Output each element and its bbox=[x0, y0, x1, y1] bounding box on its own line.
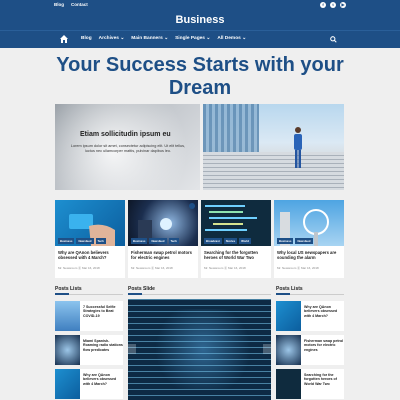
hero-text: Lorem ipsum dolor sit amet, consectetur … bbox=[70, 144, 186, 153]
card-meta: Mr. Newsroom ⦿ Mar 16, 2018 bbox=[277, 266, 319, 270]
main-nav: Blog Archives ⌄ Main Banners ⌄ Single Pa… bbox=[0, 30, 400, 48]
nav-item-all-demos[interactable]: All Demos ⌄ bbox=[217, 36, 246, 41]
post-thumbnail bbox=[55, 369, 80, 399]
card-meta: Mr. Newsroom ⦿ Mar 16, 2018 bbox=[204, 266, 246, 270]
nav-item-main-banners[interactable]: Main Banners ⌄ bbox=[131, 36, 168, 41]
tag[interactable]: Business bbox=[277, 238, 294, 244]
tag[interactable]: World bbox=[239, 238, 252, 244]
code-screen-image bbox=[128, 299, 271, 400]
tag[interactable]: Stories bbox=[223, 238, 238, 244]
post-title[interactable]: Why are QAnon believers obsessed with 4 … bbox=[83, 373, 123, 386]
card-tags: Business Newsfeed bbox=[277, 238, 313, 244]
section-title-right: Posts Lists bbox=[276, 286, 303, 292]
post-thumbnail bbox=[276, 335, 301, 365]
tag[interactable]: Tech bbox=[95, 238, 106, 244]
list-item[interactable]: Fisherman swap petrol motors for electri… bbox=[276, 335, 344, 365]
play-icon[interactable] bbox=[189, 203, 195, 209]
facebook-icon[interactable]: f bbox=[320, 2, 326, 8]
slider-next-button[interactable] bbox=[263, 344, 271, 354]
post-title[interactable]: Why are QAnon believers obsessed with 4 … bbox=[304, 305, 344, 318]
tag[interactable]: Broadcast bbox=[204, 238, 222, 244]
top-link-contact[interactable]: Contact bbox=[71, 2, 88, 7]
page-headline: Your Success Starts with your Dream bbox=[56, 54, 344, 99]
list-item[interactable]: Miami Spanish-Roaming radio stations flo… bbox=[55, 335, 123, 365]
list-item[interactable]: Searching for the forgotten heroes of Wo… bbox=[276, 369, 344, 399]
top-link-blog[interactable]: Blog bbox=[54, 2, 64, 7]
hero-title[interactable]: Etiam sollicitudin ipsum eu bbox=[80, 131, 171, 138]
section-divider bbox=[55, 293, 123, 295]
hero-image[interactable] bbox=[203, 104, 344, 190]
hero-banner[interactable]: Etiam sollicitudin ipsum eu Lorem ipsum … bbox=[55, 104, 200, 190]
post-thumbnail bbox=[276, 369, 301, 399]
posts-slider[interactable] bbox=[128, 299, 271, 400]
nav-menu: Blog Archives ⌄ Main Banners ⌄ Single Pa… bbox=[81, 36, 246, 41]
post-title[interactable]: Fisherman swap petrol motors for electri… bbox=[304, 339, 344, 352]
search-icon[interactable] bbox=[330, 36, 337, 43]
top-links: Blog Contact bbox=[54, 2, 88, 7]
card-tags: Business Newsfeed Tech bbox=[131, 238, 179, 244]
slider-prev-button[interactable] bbox=[128, 344, 136, 354]
card-title[interactable]: Fisherman swap petrol motors for electri… bbox=[131, 250, 195, 260]
news-card[interactable]: Business Newsfeed Why local US newspaper… bbox=[274, 200, 344, 278]
tag[interactable]: Business bbox=[131, 238, 148, 244]
news-card[interactable]: Business Newsfeed Tech Fisherman swap pe… bbox=[128, 200, 198, 278]
list-item[interactable]: Why are QAnon believers obsessed with 4 … bbox=[276, 301, 344, 331]
nav-item-blog[interactable]: Blog bbox=[81, 36, 92, 41]
list-item[interactable]: Why are QAnon believers obsessed with 4 … bbox=[55, 369, 123, 399]
tag[interactable]: Newsfeed bbox=[76, 238, 94, 244]
post-thumbnail bbox=[276, 301, 301, 331]
stairs-image bbox=[203, 152, 344, 190]
section-divider bbox=[276, 293, 344, 295]
post-thumbnail bbox=[55, 335, 80, 365]
home-icon[interactable] bbox=[59, 34, 69, 44]
tag[interactable]: Newsfeed bbox=[295, 238, 313, 244]
section-title-left: Posts Lists bbox=[55, 286, 82, 292]
site-title[interactable]: Business bbox=[0, 14, 400, 26]
news-card[interactable]: Broadcast Stories World Searching for th… bbox=[201, 200, 271, 278]
post-title[interactable]: Searching for the forgotten heroes of Wo… bbox=[304, 373, 344, 386]
card-tags: Broadcast Stories World bbox=[204, 238, 252, 244]
card-meta: Mr. Newsroom ⦿ Mar 16, 2018 bbox=[131, 266, 173, 270]
youtube-icon[interactable]: ▶ bbox=[340, 2, 346, 8]
post-thumbnail bbox=[55, 301, 80, 331]
nav-item-archives[interactable]: Archives ⌄ bbox=[99, 36, 125, 41]
nav-item-single-pages[interactable]: Single Pages ⌄ bbox=[175, 36, 210, 41]
twitter-icon[interactable]: t bbox=[330, 2, 336, 8]
list-item[interactable]: 7 Successful Selfie Strategies to Beat C… bbox=[55, 301, 123, 331]
post-title[interactable]: 7 Successful Selfie Strategies to Beat C… bbox=[83, 305, 123, 318]
news-card[interactable]: Business Newsfeed Tech Why are QAnon bel… bbox=[55, 200, 125, 278]
tag[interactable]: Business bbox=[58, 238, 75, 244]
post-title[interactable]: Miami Spanish-Roaming radio stations flo… bbox=[83, 339, 123, 352]
card-meta: Mr. Newsroom ⦿ Mar 16, 2018 bbox=[58, 266, 100, 270]
tag[interactable]: Tech bbox=[168, 238, 179, 244]
social-links: f t ▶ bbox=[320, 2, 346, 8]
card-title[interactable]: Searching for the forgotten heroes of Wo… bbox=[204, 250, 268, 260]
card-title[interactable]: Why local US newspapers are sounding the… bbox=[277, 250, 341, 260]
section-divider bbox=[128, 293, 271, 295]
section-title-middle: Posts Slide bbox=[128, 286, 155, 292]
card-tags: Business Newsfeed Tech bbox=[58, 238, 106, 244]
card-title[interactable]: Why are QAnon believers obsessed with 4 … bbox=[58, 250, 122, 260]
tag[interactable]: Newsfeed bbox=[149, 238, 167, 244]
businessman-figure bbox=[294, 127, 302, 168]
